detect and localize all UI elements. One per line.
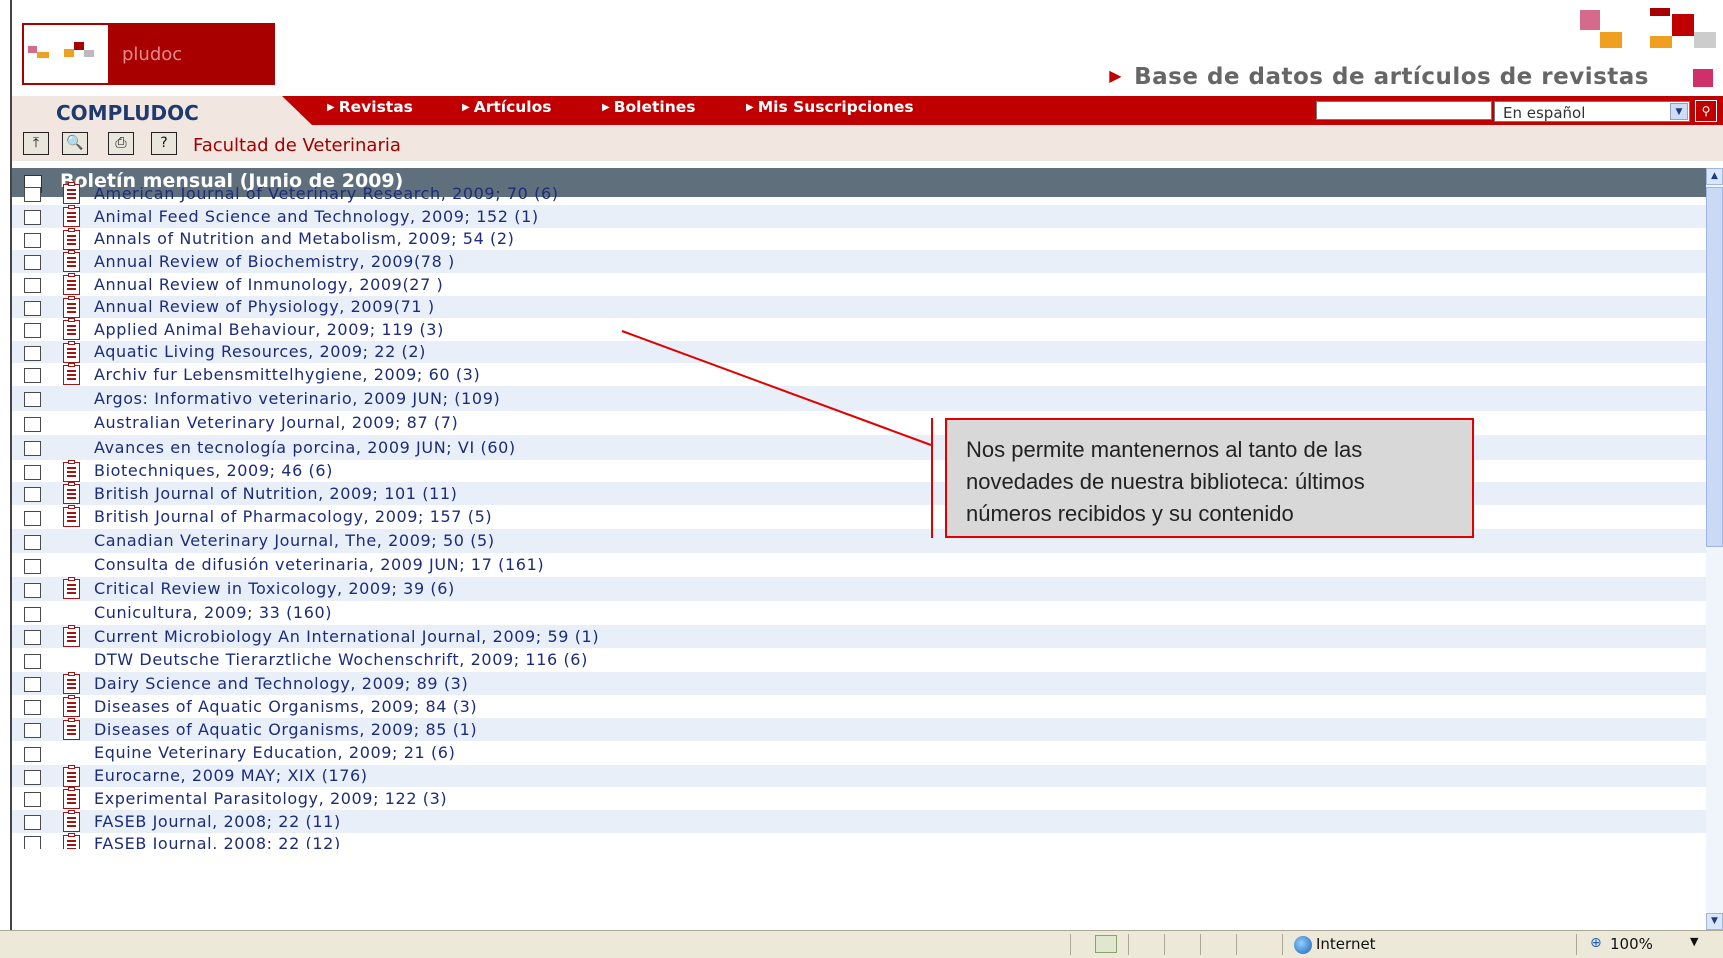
scroll-up-icon[interactable]: ▲ [1706, 168, 1723, 185]
status-divider [1576, 934, 1577, 955]
scroll-thumb[interactable] [1706, 187, 1723, 547]
status-divider [1128, 934, 1129, 955]
scroll-down-icon[interactable]: ▼ [1706, 913, 1723, 930]
zoom-dropdown-icon[interactable]: ▼ [1690, 935, 1698, 948]
annotation-callout: Nos permite mantenernos al tanto de las … [945, 418, 1474, 538]
zoom-icon: ⊕ [1590, 935, 1602, 951]
status-divider [1282, 934, 1283, 955]
zoom-level[interactable]: 100% [1610, 935, 1653, 953]
status-bar: Internet ⊕ 100% ▼ [0, 930, 1723, 958]
status-divider [1236, 934, 1237, 955]
globe-icon [1294, 936, 1312, 954]
annotation-bracket [931, 418, 933, 538]
vertical-scrollbar[interactable]: ▲ ▼ [1706, 168, 1723, 930]
status-page-icon [1095, 935, 1117, 953]
status-divider [1200, 934, 1201, 955]
status-divider [1164, 934, 1165, 955]
security-zone: Internet [1316, 935, 1376, 953]
annotation-text: Nos permite mantenernos al tanto de las … [966, 437, 1365, 526]
status-divider [1070, 934, 1071, 955]
pointer-line [621, 330, 932, 446]
